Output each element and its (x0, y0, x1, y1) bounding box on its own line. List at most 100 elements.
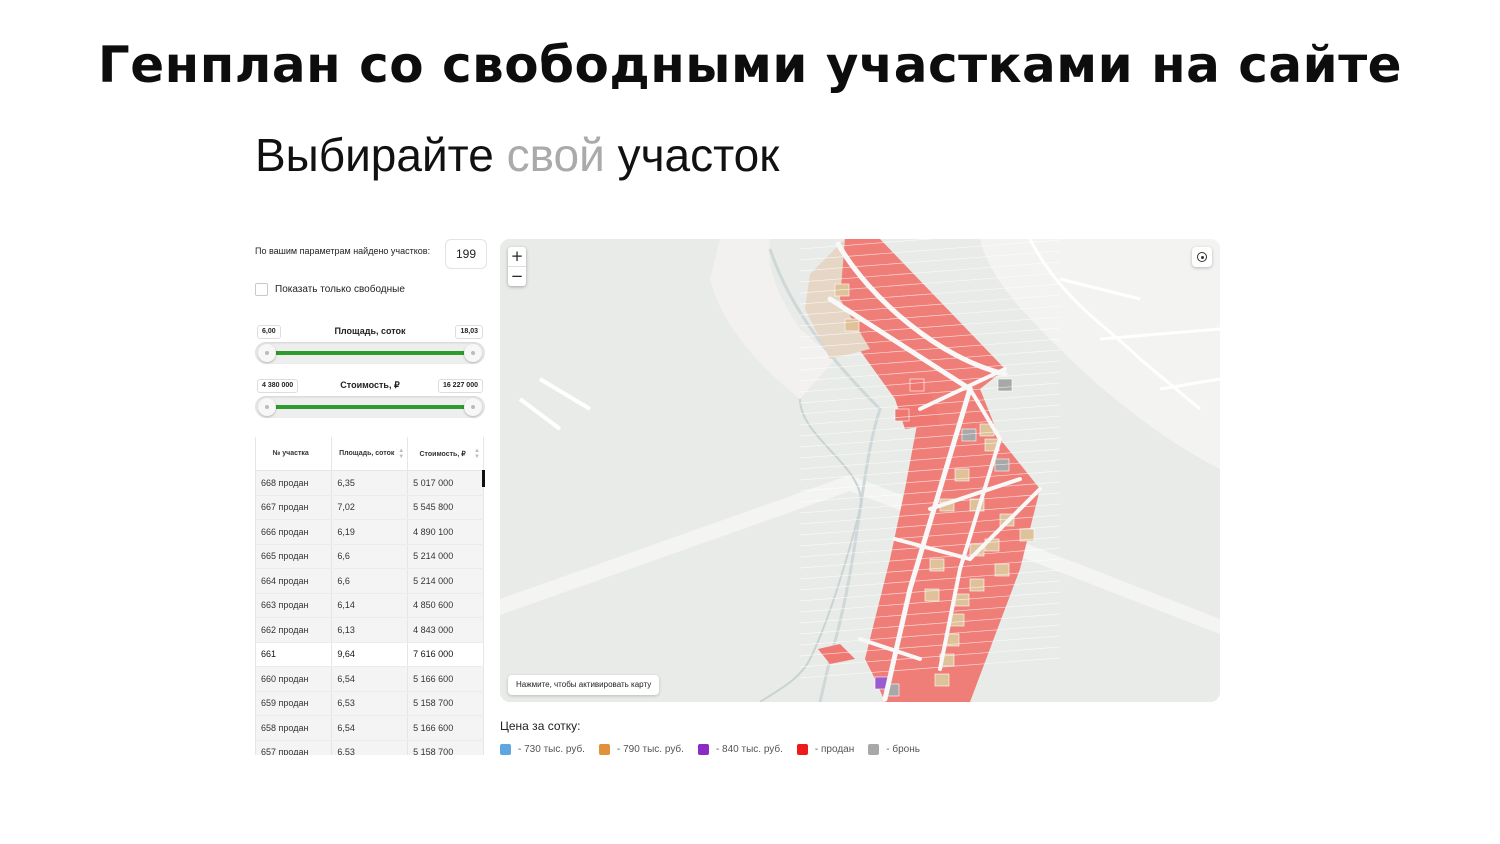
legend-swatch (500, 744, 511, 755)
cell-price: 5 017 000 (407, 470, 484, 496)
table-row[interactable]: 665 продан 6,6 5 214 000 (256, 544, 484, 569)
cell-price: 5 166 600 (407, 666, 484, 692)
plot-parcel[interactable] (894, 408, 910, 422)
legend-label: - 730 тыс. руб. (518, 744, 585, 755)
genplan-map[interactable]: + − Нажмите, чтобы активировать карту (500, 239, 1220, 702)
legend-swatch (868, 744, 880, 755)
plots-table-header: № участка Площадь, соток ▲ ▼ Стоимость, ₽ ▲… (256, 437, 484, 471)
area-slider-fill (274, 351, 466, 355)
price-legend: - 730 тыс. руб. - 790 тыс. руб. - 840 тыс.… (500, 744, 934, 755)
plot-parcel[interactable] (844, 318, 860, 332)
cell-area: 6,53 (331, 740, 409, 755)
col-header-price-label: Стоимость, ₽ (419, 450, 466, 458)
table-row[interactable]: 664 продан 6,6 5 214 000 (256, 568, 484, 594)
cell-num: 662 продан (256, 617, 333, 643)
legend-label: - 840 тыс. руб. (715, 744, 783, 755)
activate-map-hint[interactable]: Нажмите, чтобы активировать карту (508, 675, 660, 695)
table-row[interactable]: 663 продан 6,14 4 850 600 (256, 593, 484, 618)
table-row[interactable]: 666 продан 6,19 4 890 100 (256, 519, 484, 545)
cell-num: 660 продан (256, 666, 333, 692)
found-count-value: 199 (445, 239, 487, 269)
zoom-in-button[interactable]: + (508, 247, 526, 267)
plot-parcel[interactable] (934, 673, 950, 687)
legend-swatch (598, 744, 610, 755)
only-free-checkbox[interactable] (255, 283, 268, 296)
cell-num: 667 продан (256, 495, 333, 520)
cell-area: 6,6 (331, 568, 409, 594)
table-scrollbar[interactable] (482, 470, 485, 487)
price-slider-max-handle[interactable] (464, 398, 482, 416)
legend-label: - 790 тыс. руб. (616, 744, 684, 755)
area-slider[interactable] (255, 342, 485, 364)
cell-price: 5 166 600 (407, 715, 484, 741)
table-row[interactable]: 658 продан 6,54 5 166 600 (256, 715, 484, 741)
col-header-area-label: Площадь, соток (339, 450, 395, 457)
col-header-number[interactable]: № участка (256, 437, 333, 471)
cell-num: 657 продан (256, 740, 333, 755)
cell-price: 5 214 000 (407, 544, 484, 569)
cell-area: 7,02 (331, 495, 409, 520)
price-slider-fill (274, 405, 466, 409)
area-range-title: Площадь, соток (334, 326, 406, 336)
area-slider-min-handle[interactable] (258, 344, 276, 362)
area-slider-max-handle[interactable] (464, 344, 482, 362)
cell-num: 665 продан (256, 544, 333, 569)
plot-parcel[interactable] (969, 578, 985, 592)
cell-price: 5 545 800 (407, 495, 484, 520)
sort-arrows-icon[interactable]: ▲ ▼ (398, 448, 404, 460)
cell-area: 9,64 (331, 642, 409, 667)
only-free-label[interactable]: Показать только свободные (275, 284, 405, 295)
table-row[interactable]: 661 9,64 7 616 000 (256, 642, 484, 667)
slide-subtitle: Выбирайте свой участок (255, 128, 779, 182)
area-range-header: 6,00 Площадь, соток 18,03 (255, 325, 485, 339)
legend-swatch (796, 744, 808, 755)
cell-num: 663 продан (256, 593, 333, 618)
col-header-area[interactable]: Площадь, соток ▲ ▼ (331, 437, 409, 471)
cell-price: 7 616 000 (407, 642, 484, 667)
table-row[interactable]: 662 продан 6,13 4 843 000 (256, 617, 484, 643)
price-max-badge[interactable]: 16 227 000 (437, 379, 483, 393)
price-slider[interactable] (255, 396, 485, 418)
cell-price: 5 158 700 (407, 691, 484, 716)
plot-parcel[interactable] (929, 558, 945, 572)
plot-parcel[interactable] (997, 378, 1013, 392)
cell-num: 668 продан (256, 470, 333, 496)
cell-area: 6,6 (331, 544, 409, 569)
slide-title: Генплан со свободными участками на сайте (97, 36, 1403, 94)
table-row[interactable]: 659 продан 6,53 5 158 700 (256, 691, 484, 716)
zoom-control: + − (508, 247, 526, 286)
sort-arrows-icon[interactable]: ▲ ▼ (474, 448, 480, 460)
cell-price: 4 843 000 (407, 617, 484, 643)
plot-parcel[interactable] (909, 378, 925, 392)
subtitle-word-plot: участок (617, 129, 780, 181)
map-canvas[interactable] (500, 239, 1220, 702)
legend-title: Цена за сотку: (500, 719, 581, 733)
zoom-out-button[interactable]: − (508, 267, 526, 286)
cell-num: 661 (256, 642, 333, 667)
price-slider-min-handle[interactable] (258, 398, 276, 416)
found-count-label: По вашим параметрам найдено участков: (255, 246, 431, 256)
cell-area: 6,19 (331, 519, 409, 545)
table-row[interactable]: 668 продан 6,35 5 017 000 (256, 470, 484, 496)
table-row[interactable]: 667 продан 7,02 5 545 800 (256, 495, 484, 520)
plots-table[interactable]: № участка Площадь, соток ▲ ▼ Стоимость, ₽ ▲… (255, 437, 484, 755)
cell-area: 6,54 (331, 715, 409, 741)
cell-price: 4 890 100 (407, 519, 484, 545)
only-free-toggle[interactable]: Показать только свободные (255, 283, 405, 296)
table-row[interactable]: 657 продан 6,53 5 158 700 (256, 740, 484, 755)
cell-num: 659 продан (256, 691, 333, 716)
area-max-badge[interactable]: 18,03 (455, 325, 483, 339)
subtitle-word-choose: Выбирайте (255, 129, 494, 181)
col-header-price[interactable]: Стоимость, ₽ ▲ ▼ (407, 437, 484, 471)
cell-area: 6,13 (331, 617, 409, 643)
legend-label: - бронь (886, 744, 920, 755)
cell-num: 666 продан (256, 519, 333, 545)
geolocation-icon[interactable] (1192, 247, 1212, 267)
cell-price: 4 850 600 (407, 593, 484, 618)
table-row[interactable]: 660 продан 6,54 5 166 600 (256, 666, 484, 692)
cell-num: 658 продан (256, 715, 333, 741)
plot-parcel[interactable] (961, 428, 977, 442)
cell-area: 6,35 (331, 470, 409, 496)
cell-price: 5 214 000 (407, 568, 484, 594)
legend-label: - продан (814, 744, 855, 755)
